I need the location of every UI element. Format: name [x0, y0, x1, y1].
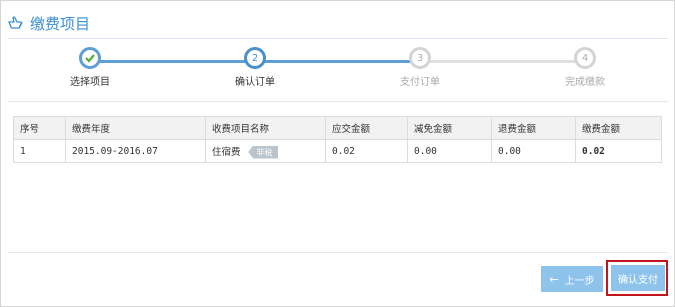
col-header-year: 缴费年度 [65, 116, 206, 140]
cell-index: 1 [13, 139, 66, 163]
confirm-payment-button[interactable]: 确认支付 [611, 265, 665, 291]
cell-item-name: 住宿费 非税 [205, 139, 326, 163]
table-row: 1 2015.09-2016.07 住宿费 非税 0.02 0.00 0.00 … [13, 139, 662, 163]
header-divider [8, 38, 668, 39]
step-label: 支付订单 [400, 77, 440, 88]
step-number: 2 [244, 47, 266, 69]
fee-table: 序号 缴费年度 收费项目名称 应交金额 减免金额 退费金额 缴费金额 1 201… [13, 116, 662, 163]
col-header-amount-refund: 退费金额 [491, 116, 576, 140]
progress-steps: 选择项目 2 确认订单 3 支付订单 4 完成缴款 [0, 45, 675, 95]
page-header: 缴费项目 [8, 12, 90, 34]
cell-year: 2015.09-2016.07 [65, 139, 206, 163]
steps-divider [8, 101, 668, 102]
step-label: 确认订单 [235, 77, 275, 88]
hand-pointing-icon [8, 16, 23, 29]
col-header-amount-waived: 减免金额 [407, 116, 492, 140]
item-name-text: 住宿费 [212, 146, 241, 158]
step-pay-order: 3 支付订单 [370, 45, 470, 88]
col-header-item-name: 收费项目名称 [205, 116, 326, 140]
step-label: 完成缴款 [565, 77, 605, 88]
tax-tag-badge: 非税 [248, 145, 279, 159]
cell-amount-waived: 0.00 [407, 139, 492, 163]
arrow-left-icon: ← [549, 272, 559, 286]
footer-divider [8, 252, 668, 253]
col-header-amount-due: 应交金额 [325, 116, 408, 140]
col-header-amount-paid: 缴费金额 [575, 116, 662, 140]
table-header-row: 序号 缴费年度 收费项目名称 应交金额 减免金额 退费金额 缴费金额 [13, 116, 662, 140]
step-complete-payment: 4 完成缴款 [535, 45, 635, 88]
step-label: 选择项目 [70, 77, 110, 88]
step-number: 3 [409, 47, 431, 69]
step-confirm-order: 2 确认订单 [205, 45, 305, 88]
previous-step-label: 上一步 [564, 275, 595, 287]
step-select-items: 选择项目 [40, 45, 140, 88]
step-number: 4 [574, 47, 596, 69]
col-header-index: 序号 [13, 116, 66, 140]
cell-amount-paid: 0.02 [575, 139, 662, 163]
check-icon [79, 47, 101, 69]
cell-amount-refund: 0.00 [491, 139, 576, 163]
cell-amount-due: 0.02 [325, 139, 408, 163]
page-title: 缴费项目 [30, 14, 91, 33]
previous-step-button[interactable]: ← 上一步 [541, 266, 603, 292]
